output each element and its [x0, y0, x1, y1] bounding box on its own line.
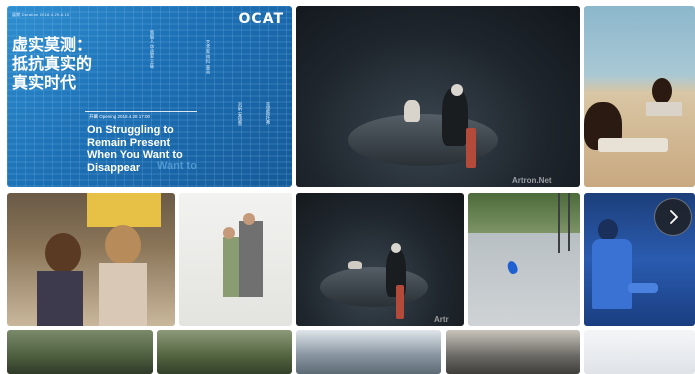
poster-cn-line-3: 真实时代 — [12, 73, 77, 92]
performer — [239, 221, 263, 297]
seated-figure — [404, 100, 420, 122]
poster-divider — [85, 111, 197, 112]
child-head — [652, 78, 672, 104]
standing-figure — [442, 88, 468, 146]
gallery-image-sky[interactable] — [296, 330, 441, 374]
child-head — [45, 233, 81, 273]
child-head — [105, 225, 141, 265]
gallery-image-stage-installation[interactable]: Artron.Net — [296, 6, 580, 187]
performer-head — [243, 213, 255, 225]
gallery-image-exhibition-poster[interactable]: 展期 Duration 2018.4.29-6.10 OCAT 虚实莫测： 抵抗… — [7, 6, 292, 187]
figure-head — [451, 84, 463, 96]
child-shirt — [646, 102, 682, 116]
pole — [558, 193, 560, 253]
blue-bird — [506, 259, 519, 276]
poster-dates-label: 展期 Duration 2018.4.29-6.10 — [12, 12, 70, 17]
gallery-image-children-flags[interactable] — [7, 193, 175, 326]
child-body — [37, 271, 83, 326]
lying-figure — [348, 261, 362, 269]
round-platform — [320, 267, 428, 307]
poster-cn-line-1: 虚实莫测： — [12, 35, 93, 54]
poster-en-line-2: Remain Present — [87, 136, 171, 149]
yellow-sign — [87, 193, 161, 227]
poster-en-line-1: On Struggling to — [87, 124, 174, 136]
poster-vertical-text: 克里斯托弗 — [266, 102, 271, 125]
figure-head — [391, 243, 401, 253]
figure-legs — [396, 285, 404, 319]
gallery-image-white-room-performance[interactable] — [179, 193, 292, 326]
poster-cn-line-2: 抵抗真实的 — [12, 54, 93, 73]
next-button[interactable] — [654, 198, 692, 236]
poster-vertical-text: 策展人 华迪爱 王咏 — [150, 30, 155, 69]
poster-opening-label: 开幕 Opening 2018.4.28 17:00 — [89, 114, 151, 119]
performer-head — [223, 227, 235, 239]
gallery-image-pool-bird[interactable] — [468, 193, 580, 326]
gallery-image-trees[interactable] — [157, 330, 292, 374]
ocat-logo: OCAT — [238, 11, 284, 27]
child-shirt — [598, 138, 668, 152]
gallery-image-city[interactable] — [584, 330, 695, 374]
figure-body — [592, 239, 632, 309]
child-body — [99, 263, 147, 326]
poster-vertical-text: 艺术家 林科 黄英 — [206, 40, 211, 75]
poster-ghost-text: Want to — [157, 160, 197, 172]
foliage — [468, 193, 580, 233]
watermark-text: Artr — [434, 315, 449, 324]
chevron-right-icon — [670, 210, 678, 224]
figure-head — [598, 219, 618, 241]
gallery-image-lamps[interactable] — [446, 330, 580, 374]
figure-arm — [628, 283, 658, 293]
poster-vertical-text: 刘昕 安德鲁 — [238, 102, 243, 126]
watermark-text: Artron.Net — [512, 176, 552, 185]
image-gallery: 展期 Duration 2018.4.29-6.10 OCAT 虚实莫测： 抵抗… — [0, 0, 695, 374]
figure-legs — [466, 128, 476, 168]
gallery-image-beach-children[interactable] — [584, 6, 695, 187]
poster-chinese-title: 虚实莫测： 抵抗真实的 真实时代 — [12, 35, 122, 92]
gallery-image-forest[interactable] — [7, 330, 153, 374]
gallery-image-stage-installation[interactable]: Artr — [296, 193, 464, 326]
pole — [568, 193, 570, 251]
